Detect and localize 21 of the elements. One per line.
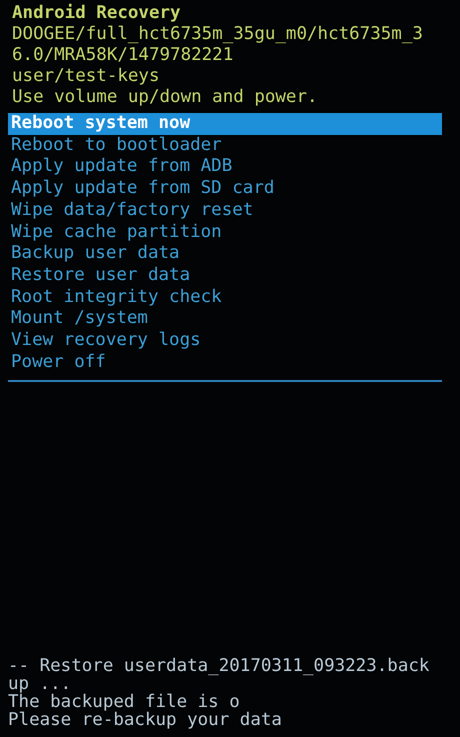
log-text: -- Restore userdata_20170311_093223.back	[8, 657, 430, 675]
menu-item[interactable]: Mount /system	[8, 308, 442, 330]
menu-item[interactable]: Backup user data	[8, 243, 442, 265]
menu-item[interactable]: Apply update from SD card	[8, 178, 442, 200]
header-text: user/test-keys	[11, 66, 161, 87]
log-text: Please re-backup your data	[8, 711, 283, 729]
log-text: The backuped file is o	[8, 693, 240, 711]
header-text: Android Recovery	[11, 3, 182, 24]
menu-item[interactable]: View recovery logs	[8, 330, 442, 352]
menu-item[interactable]: Wipe cache partition	[8, 222, 442, 244]
menu-item[interactable]: Root integrity check	[8, 286, 442, 308]
menu-item[interactable]: Wipe data/factory reset	[8, 200, 442, 222]
log-text: up ...	[8, 675, 72, 693]
menu-item[interactable]: Reboot to bootloader	[8, 134, 442, 156]
menu-item[interactable]: Power off	[8, 352, 442, 374]
menu-item[interactable]: Restore user data	[8, 264, 442, 287]
header-text: DOOGEE/full_hct6735m_35gu_m0/hct6735m_3	[11, 24, 424, 45]
menu-item[interactable]: Apply update from ADB	[8, 156, 442, 178]
header-text: 6.0/MRA58K/1479782221	[11, 45, 234, 66]
menu-item[interactable]: Reboot system now	[8, 113, 442, 135]
header-text: Use volume up/down and power.	[11, 87, 319, 108]
